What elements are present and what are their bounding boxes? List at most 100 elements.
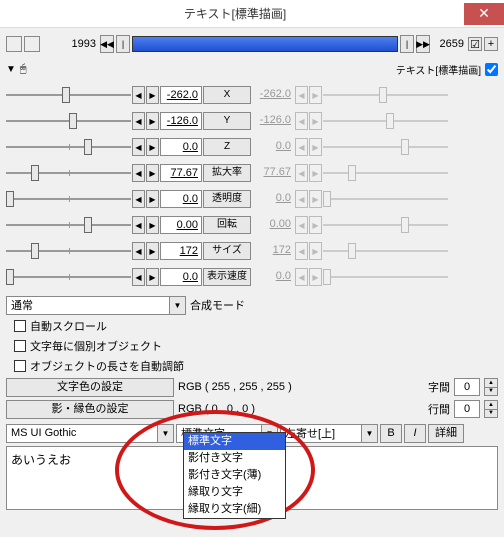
dec-left-5[interactable]: ◀	[132, 216, 145, 234]
param-button-4[interactable]: 透明度	[203, 190, 251, 208]
value-left-5[interactable]: 0.00	[160, 216, 202, 234]
slider-left-1[interactable]	[6, 115, 131, 127]
slider-right-3	[323, 167, 448, 179]
param-button-5[interactable]: 回転	[203, 216, 251, 234]
inc-right-1: ▶	[309, 112, 322, 130]
style-dropdown: 標準文字影付き文字影付き文字(薄)縁取り文字縁取り文字(細)	[183, 432, 286, 519]
prev-button[interactable]: |	[116, 35, 130, 53]
inc-right-4: ▶	[309, 190, 322, 208]
spacing-input[interactable]: 0	[454, 378, 480, 396]
style-option-1[interactable]: 影付き文字	[184, 450, 285, 467]
check-2-label: 文字毎に個別オブジェクト	[30, 338, 162, 354]
inc-left-0[interactable]: ▶	[146, 86, 159, 104]
dec-left-4[interactable]: ◀	[132, 190, 145, 208]
value-left-7[interactable]: 0.0	[160, 268, 202, 286]
value-left-3[interactable]: 77.67	[160, 164, 202, 182]
value-left-4[interactable]: 0.0	[160, 190, 202, 208]
inc-left-3[interactable]: ▶	[146, 164, 159, 182]
inc-right-2: ▶	[309, 138, 322, 156]
check-1[interactable]	[14, 320, 26, 332]
dec-left-2[interactable]: ◀	[132, 138, 145, 156]
value-left-0[interactable]: -262.0	[160, 86, 202, 104]
param-button-1[interactable]: Y	[203, 112, 251, 130]
check-3-label: オブジェクトの長さを自動調節	[30, 358, 184, 374]
icon-1[interactable]	[6, 36, 22, 52]
dec-right-0: ◀	[295, 86, 308, 104]
value-left-2[interactable]: 0.0	[160, 138, 202, 156]
slider-left-0[interactable]	[6, 89, 131, 101]
line-spacing-input[interactable]: 0	[454, 400, 480, 418]
spacing-label: 字間	[428, 379, 450, 395]
blend-label: 合成モード	[190, 297, 245, 313]
enable-checkbox[interactable]	[485, 63, 498, 76]
text-color-value: RGB ( 255 , 255 , 255 )	[178, 381, 318, 393]
font-value: MS UI Gothic	[11, 427, 76, 439]
inc-right-0: ▶	[309, 86, 322, 104]
dec-right-1: ◀	[295, 112, 308, 130]
forward-button[interactable]: ▶▶	[416, 35, 430, 53]
window-title: テキスト[標準描画]	[6, 5, 464, 22]
bold-button[interactable]: B	[380, 424, 402, 443]
value-left-1[interactable]: -126.0	[160, 112, 202, 130]
close-button[interactable]: ✕	[464, 3, 504, 25]
inc-left-6[interactable]: ▶	[146, 242, 159, 260]
param-button-7[interactable]: 表示速度	[203, 268, 251, 286]
collapse-icon[interactable]: ▼	[6, 64, 16, 75]
align-combo[interactable]: 左寄せ[上] ▼	[280, 424, 378, 443]
dec-right-4: ◀	[295, 190, 308, 208]
inc-right-5: ▶	[309, 216, 322, 234]
frame-end: 2659	[432, 38, 466, 50]
inc-left-5[interactable]: ▶	[146, 216, 159, 234]
style-option-2[interactable]: 影付き文字(薄)	[184, 467, 285, 484]
slider-left-2[interactable]	[6, 141, 131, 153]
param-button-6[interactable]: サイズ	[203, 242, 251, 260]
next-button[interactable]: |	[400, 35, 414, 53]
font-combo[interactable]: MS UI Gothic ▼	[6, 424, 174, 443]
param-button-0[interactable]: X	[203, 86, 251, 104]
spacing-spinner[interactable]: ▲▼	[484, 378, 498, 396]
add-button[interactable]: +	[484, 37, 498, 51]
style-option-3[interactable]: 縁取り文字	[184, 484, 285, 501]
style-option-4[interactable]: 縁取り文字(細)	[184, 501, 285, 518]
slider-left-5[interactable]	[6, 219, 131, 231]
inc-right-7: ▶	[309, 268, 322, 286]
view-button[interactable]: ☑	[468, 37, 482, 51]
dec-left-7[interactable]: ◀	[132, 268, 145, 286]
check-3[interactable]	[14, 360, 26, 372]
text-color-button[interactable]: 文字色の設定	[6, 378, 174, 397]
detail-button[interactable]: 詳細	[428, 424, 464, 443]
dec-left-3[interactable]: ◀	[132, 164, 145, 182]
inc-left-1[interactable]: ▶	[146, 112, 159, 130]
dec-left-6[interactable]: ◀	[132, 242, 145, 260]
slider-left-4[interactable]	[6, 193, 131, 205]
slider-left-3[interactable]	[6, 167, 131, 179]
value-left-6[interactable]: 172	[160, 242, 202, 260]
slider-left-6[interactable]	[6, 245, 131, 257]
shadow-color-button[interactable]: 影・縁色の設定	[6, 400, 174, 419]
inc-left-4[interactable]: ▶	[146, 190, 159, 208]
slider-left-7[interactable]	[6, 271, 131, 283]
value-right-0: -262.0	[252, 86, 294, 104]
dec-left-1[interactable]: ◀	[132, 112, 145, 130]
value-right-6: 172	[252, 242, 294, 260]
inc-left-7[interactable]: ▶	[146, 268, 159, 286]
italic-button[interactable]: I	[404, 424, 426, 443]
line-spacing-label: 行間	[428, 401, 450, 417]
dec-right-6: ◀	[295, 242, 308, 260]
value-right-1: -126.0	[252, 112, 294, 130]
slider-right-0	[323, 89, 448, 101]
check-2[interactable]	[14, 340, 26, 352]
dec-right-7: ◀	[295, 268, 308, 286]
param-button-2[interactable]: Z	[203, 138, 251, 156]
rewind-button[interactable]: ◀◀	[100, 35, 114, 53]
param-button-3[interactable]: 拡大率	[203, 164, 251, 182]
dec-left-0[interactable]: ◀	[132, 86, 145, 104]
blend-value: 通常	[11, 297, 33, 313]
style-option-0[interactable]: 標準文字	[184, 433, 285, 450]
line-spacing-spinner[interactable]: ▲▼	[484, 400, 498, 418]
blend-combo[interactable]: 通常 ▼	[6, 296, 186, 315]
shadow-color-value: RGB ( 0 , 0 , 0 )	[178, 403, 318, 415]
icon-2[interactable]	[24, 36, 40, 52]
inc-left-2[interactable]: ▶	[146, 138, 159, 156]
timeline-bar[interactable]	[132, 36, 398, 52]
